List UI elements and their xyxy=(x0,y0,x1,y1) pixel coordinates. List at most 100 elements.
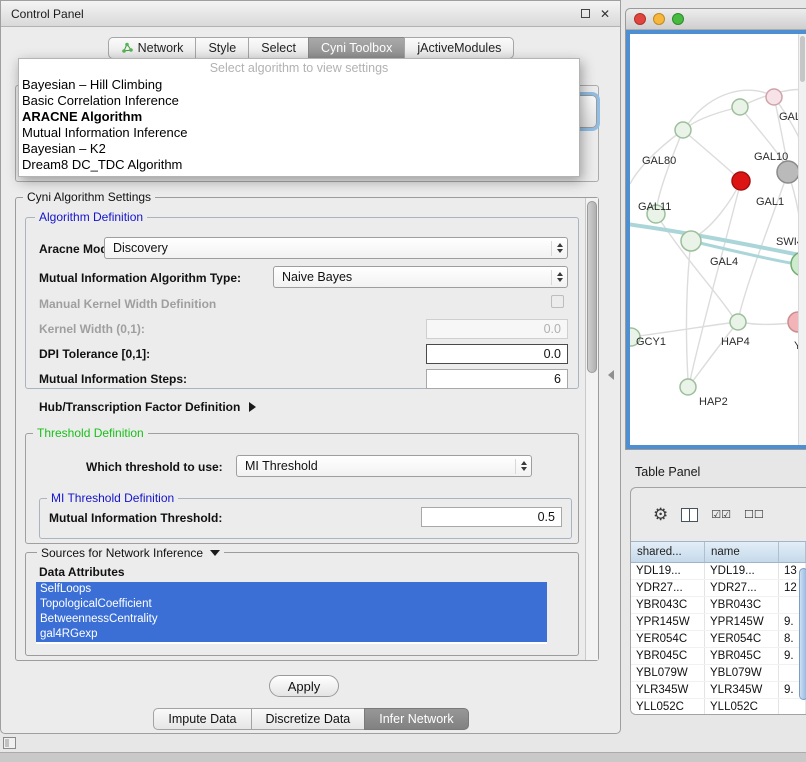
node-label: GAL1 xyxy=(756,196,784,208)
mi-steps-label: Mutual Information Steps: xyxy=(39,372,187,386)
apply-button[interactable]: Apply xyxy=(269,675,339,697)
cell: YLL052C xyxy=(705,699,779,715)
network-scrollbar[interactable] xyxy=(798,34,806,445)
algorithm-option[interactable]: Basic Correlation Inference xyxy=(19,93,579,109)
tab-select[interactable]: Select xyxy=(248,37,309,59)
mi-type-label: Mutual Information Algorithm Type: xyxy=(39,271,241,285)
node-label: GCY1 xyxy=(636,336,666,348)
cell: YBR045C xyxy=(631,648,705,664)
table-row[interactable]: YER054CYER054C8. xyxy=(631,631,806,648)
close-panel-icon[interactable]: ✕ xyxy=(600,8,610,20)
panel-dock-icon[interactable] xyxy=(3,737,16,749)
cell: YBL079W xyxy=(631,665,705,681)
node-label: HAP2 xyxy=(699,396,728,408)
tab-infer-network[interactable]: Infer Network xyxy=(364,708,468,730)
data-attributes-label: Data Attributes xyxy=(39,565,125,579)
cell: YBR045C xyxy=(705,648,779,664)
column-header[interactable]: name xyxy=(705,542,779,562)
which-threshold-select[interactable]: MI Threshold xyxy=(236,455,532,477)
settings-scrollbar[interactable] xyxy=(585,198,598,660)
tab-label: Network xyxy=(138,41,184,55)
settings-group-title: Cyni Algorithm Settings xyxy=(23,190,155,204)
bottom-tab-bar: Impute Data Discretize Data Infer Networ… xyxy=(1,708,622,730)
mi-threshold-field[interactable]: 0.5 xyxy=(421,507,562,527)
select-all-icon[interactable]: ☑☑ xyxy=(711,508,731,521)
cell: YBL079W xyxy=(705,665,779,681)
attribute-item-selected[interactable]: gal4RGexp xyxy=(36,627,547,642)
cell: YBR043C xyxy=(705,597,779,613)
cell: YLR345W xyxy=(705,682,779,698)
hub-section-label: Hub/Transcription Factor Definition xyxy=(39,400,240,414)
node-circle xyxy=(732,99,748,115)
stepper-icon xyxy=(551,270,563,285)
hub-section-toggle[interactable]: Hub/Transcription Factor Definition xyxy=(39,400,256,414)
gear-icon[interactable]: ⚙ xyxy=(653,506,668,523)
table-row[interactable]: YBL079WYBL079W xyxy=(631,665,806,682)
float-panel-icon[interactable] xyxy=(581,9,590,18)
tab-discretize-data[interactable]: Discretize Data xyxy=(251,708,366,730)
column-header[interactable] xyxy=(779,542,806,562)
algorithm-select-popup: Select algorithm to view settings Bayesi… xyxy=(18,58,580,177)
expanded-arrow-icon xyxy=(210,550,220,556)
columns-icon[interactable] xyxy=(681,508,698,522)
splitter-collapse-arrow[interactable] xyxy=(608,370,614,380)
control-panel-titlebar[interactable]: Control Panel ✕ xyxy=(1,1,620,27)
which-threshold-value: MI Threshold xyxy=(245,459,515,473)
minimize-traffic-light-icon[interactable] xyxy=(653,13,665,25)
data-attributes-list[interactable]: SelfLoops TopologicalCoefficient Between… xyxy=(36,582,547,644)
node-label: GAL11 xyxy=(638,201,671,213)
manual-kernel-label: Manual Kernel Width Definition xyxy=(39,297,216,311)
network-scrollbar-thumb[interactable] xyxy=(800,36,805,82)
tab-jactivemodules[interactable]: jActiveModules xyxy=(404,37,514,59)
column-header[interactable]: shared... xyxy=(631,542,705,562)
table-row[interactable]: YPR145WYPR145W9. xyxy=(631,614,806,631)
close-traffic-light-icon[interactable] xyxy=(634,13,646,25)
table-panel-title: Table Panel xyxy=(635,465,700,479)
tab-cyni-toolbox[interactable]: Cyni Toolbox xyxy=(308,37,405,59)
node-label: GAL10 xyxy=(754,151,788,163)
stepper-icon xyxy=(515,459,527,474)
node-circle xyxy=(766,89,782,105)
table-scrollbar-thumb[interactable] xyxy=(799,568,806,700)
cell: YDL19... xyxy=(631,563,705,579)
attribute-item-selected[interactable]: SelfLoops xyxy=(36,582,547,597)
table-row[interactable]: YDL19...YDL19...13 xyxy=(631,563,806,580)
tab-impute-data[interactable]: Impute Data xyxy=(153,708,251,730)
tab-label: Impute Data xyxy=(168,712,236,726)
network-canvas[interactable]: GAL8 GAL80 GAL10 GAL11 GAL1 SWI4 GAL4 GC… xyxy=(626,30,806,449)
table-row[interactable]: YBR043CYBR043C xyxy=(631,597,806,614)
algorithm-option[interactable]: Bayesian – K2 xyxy=(19,141,579,157)
table-row[interactable]: YLL052CYLL052C xyxy=(631,699,806,715)
control-panel-window: Control Panel ✕ Network Style Select Cyn… xyxy=(0,0,621,734)
node-circle xyxy=(680,379,696,395)
table-row[interactable]: YLR345WYLR345W9. xyxy=(631,682,806,699)
settings-scrollbar-thumb[interactable] xyxy=(587,201,597,373)
cell: YDR27... xyxy=(705,580,779,596)
dpi-tolerance-label: DPI Tolerance [0,1]: xyxy=(39,347,150,361)
deselect-all-icon[interactable]: ☐☐ xyxy=(744,508,764,521)
attribute-item-selected[interactable]: TopologicalCoefficient xyxy=(36,597,547,612)
cell: YLR345W xyxy=(631,682,705,698)
algorithm-option[interactable]: Bayesian – Hill Climbing xyxy=(19,77,579,93)
kernel-width-field: 0.0 xyxy=(426,319,568,339)
zoom-traffic-light-icon[interactable] xyxy=(672,13,684,25)
mi-steps-field[interactable]: 6 xyxy=(426,369,568,389)
algorithm-option-selected[interactable]: ARACNE Algorithm xyxy=(19,109,579,125)
table-row[interactable]: YBR045CYBR045C9. xyxy=(631,648,806,665)
mi-type-select[interactable]: Naive Bayes xyxy=(273,266,568,288)
collapsed-arrow-icon xyxy=(249,402,256,412)
cell: YPR145W xyxy=(705,614,779,630)
tab-style[interactable]: Style xyxy=(195,37,249,59)
sources-group-toggle[interactable]: Sources for Network Inference xyxy=(37,546,224,560)
node-label: HAP4 xyxy=(721,336,750,348)
aracne-mode-select[interactable]: Discovery xyxy=(104,237,568,259)
algorithm-option[interactable]: Mutual Information Inference xyxy=(19,125,579,141)
network-window-titlebar[interactable] xyxy=(626,9,806,30)
cell xyxy=(779,699,806,715)
aracne-mode-value: Discovery xyxy=(113,241,551,255)
algorithm-option[interactable]: Dream8 DC_TDC Algorithm xyxy=(19,157,579,173)
dpi-tolerance-field[interactable]: 0.0 xyxy=(426,344,568,364)
tab-network[interactable]: Network xyxy=(108,37,197,59)
attribute-item-selected[interactable]: BetweennessCentrality xyxy=(36,612,547,627)
table-row[interactable]: YDR27...YDR27...12 xyxy=(631,580,806,597)
